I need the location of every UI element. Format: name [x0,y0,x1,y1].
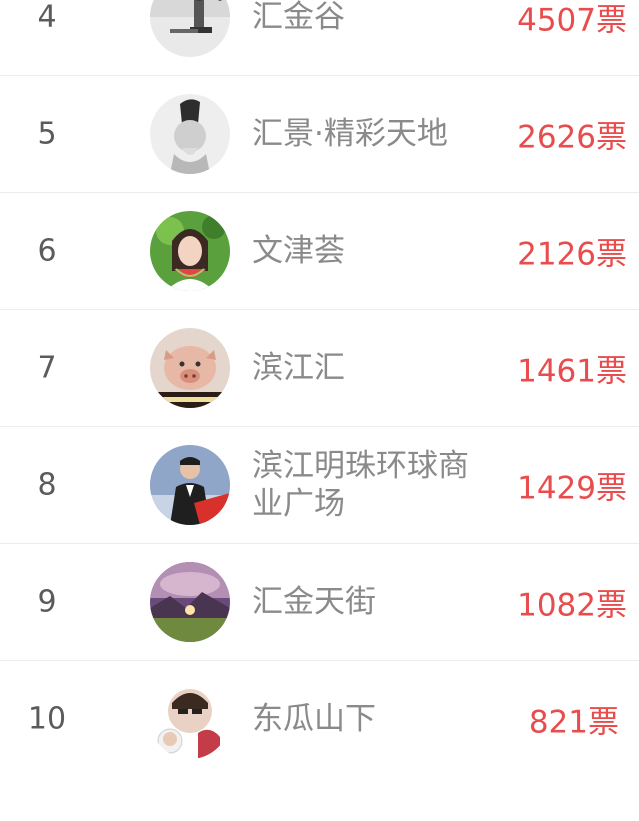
avatar[interactable] [150,94,230,174]
rank-number: 9 [37,584,57,620]
avatar[interactable] [150,211,230,291]
rank-number: 10 [27,701,67,737]
avatar[interactable] [150,562,230,642]
avatar[interactable] [150,679,230,759]
list-item[interactable]: 6 文津荟 2126票 [0,193,639,310]
shop-name: 汇金谷 [252,0,345,35]
vote-count: 2126票 [517,236,627,273]
vote-count: 2626票 [517,119,627,156]
vote-count: 1082票 [517,587,627,624]
avatar[interactable] [150,328,230,408]
rank-number: 6 [37,233,57,269]
shop-name: 滨江明珠环球商业广场 [252,448,469,522]
list-item[interactable]: 10 东瓜山下 821票 [0,661,639,821]
rank-number: 5 [37,116,57,152]
avatar[interactable] [150,0,230,57]
shop-name: 汇金天街 [252,584,376,620]
vote-count: 4507票 [517,2,627,39]
shop-name: 文津荟 [252,233,345,269]
vote-count: 821票 [528,704,619,741]
shop-name: 滨江汇 [252,350,345,386]
list-item[interactable]: 8 滨江明珠环球商业广场 1429票 [0,427,639,544]
vote-count: 1429票 [517,470,627,507]
rank-number: 7 [37,350,57,386]
ranking-list: 4 汇金谷 4507票 5 汇景·精彩天地 2626票 6 文津荟 2126票 … [0,0,639,821]
avatar[interactable] [150,445,230,525]
rank-number: 8 [37,467,57,503]
rank-number: 4 [37,0,57,35]
vote-count: 1461票 [517,353,627,390]
shop-name: 汇景·精彩天地 [252,116,448,152]
shop-name: 东瓜山下 [252,701,376,737]
list-item[interactable]: 5 汇景·精彩天地 2626票 [0,76,639,193]
list-item[interactable]: 9 汇金天街 1082票 [0,544,639,661]
list-item[interactable]: 4 汇金谷 4507票 [0,0,639,76]
list-item[interactable]: 7 滨江汇 1461票 [0,310,639,427]
